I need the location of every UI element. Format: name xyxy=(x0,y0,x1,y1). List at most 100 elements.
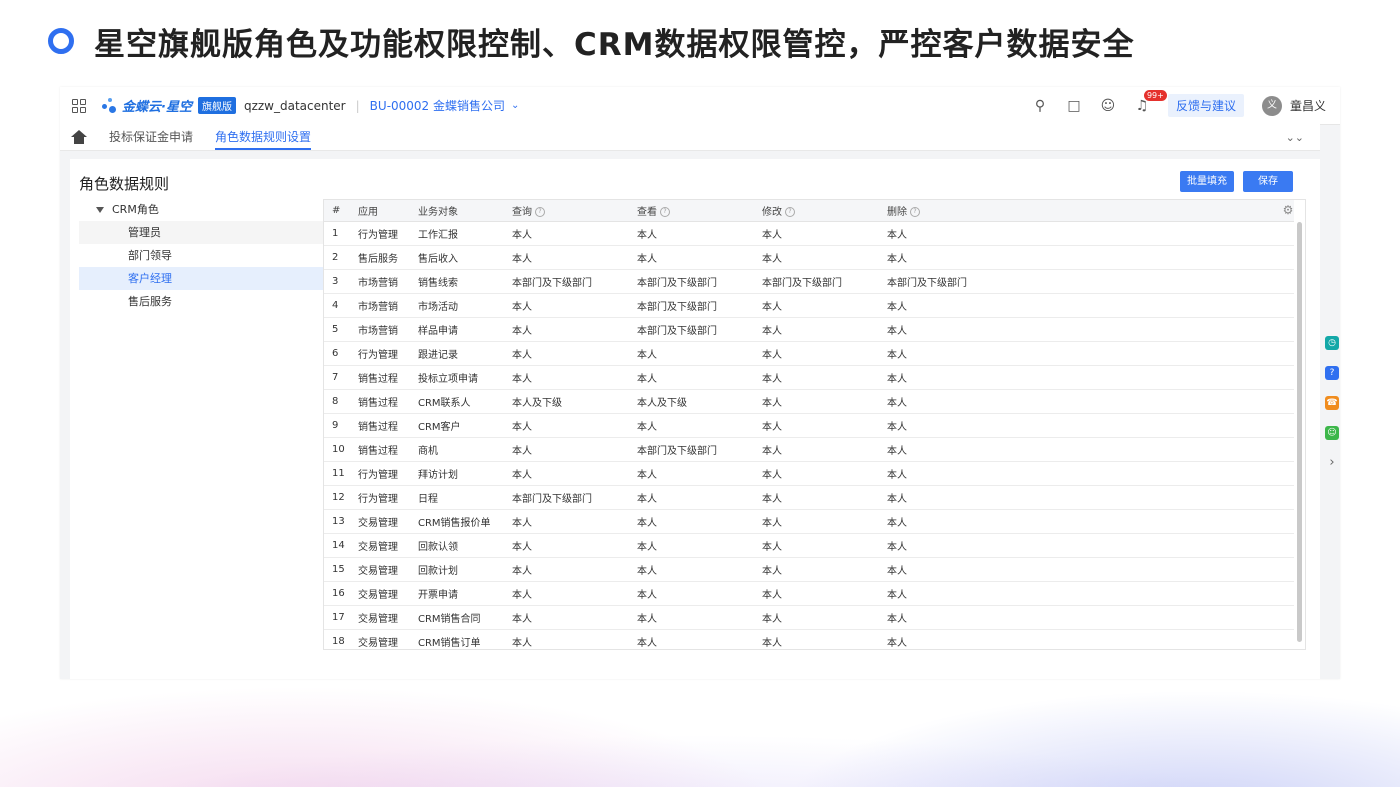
cell-query[interactable]: 本人 xyxy=(512,293,637,318)
caret-down-icon[interactable] xyxy=(96,207,104,213)
cell-delete[interactable]: 本人 xyxy=(887,557,1294,582)
cell-view[interactable]: 本人 xyxy=(637,533,762,558)
cell-query[interactable]: 本部门及下级部门 xyxy=(512,485,637,510)
table-row[interactable]: 13 交易管理 CRM销售报价单 本人 本人 本人 本人 xyxy=(324,509,1294,534)
cell-view[interactable]: 本部门及下级部门 xyxy=(637,317,762,342)
table-row[interactable]: 7 销售过程 投标立项申请 本人 本人 本人 本人 xyxy=(324,365,1294,390)
tree-item-account-manager[interactable]: 客户经理 xyxy=(79,267,323,290)
cell-delete[interactable]: 本人 xyxy=(887,245,1294,270)
table-row[interactable]: 9 销售过程 CRM客户 本人 本人 本人 本人 xyxy=(324,413,1294,438)
cell-view[interactable]: 本人 xyxy=(637,413,762,438)
table-row[interactable]: 3 市场营销 销售线索 本部门及下级部门 本部门及下级部门 本部门及下级部门 本部门及下级部… xyxy=(324,269,1294,294)
cell-modify[interactable]: 本人 xyxy=(762,413,887,438)
table-row[interactable]: 17 交易管理 CRM销售合同 本人 本人 本人 本人 xyxy=(324,605,1294,630)
cell-query[interactable]: 本部门及下级部门 xyxy=(512,269,637,294)
cell-query[interactable]: 本人 xyxy=(512,317,637,342)
cell-view[interactable]: 本人 xyxy=(637,557,762,582)
cell-view[interactable]: 本人 xyxy=(637,509,762,534)
bell-icon[interactable]: ♫ 99+ xyxy=(1134,89,1167,114)
table-row[interactable]: 2 售后服务 售后收入 本人 本人 本人 本人 xyxy=(324,245,1294,270)
cell-query[interactable]: 本人 xyxy=(512,413,637,438)
table-row[interactable]: 8 销售过程 CRM联系人 本人及下级 本人及下级 本人 本人 xyxy=(324,389,1294,414)
help-icon[interactable]: ? xyxy=(785,207,795,217)
cell-query[interactable]: 本人 xyxy=(512,605,637,630)
cell-modify[interactable]: 本人 xyxy=(762,461,887,486)
cell-delete[interactable]: 本部门及下级部门 xyxy=(887,269,1294,294)
cell-modify[interactable]: 本人 xyxy=(762,389,887,414)
table-scrollbar[interactable] xyxy=(1297,222,1302,642)
cell-view[interactable]: 本部门及下级部门 xyxy=(637,437,762,462)
cell-delete[interactable]: 本人 xyxy=(887,365,1294,390)
avatar[interactable]: 义 xyxy=(1261,95,1282,116)
cell-view[interactable]: 本人及下级 xyxy=(637,389,762,414)
cell-view[interactable]: 本人 xyxy=(637,581,762,606)
cell-view[interactable]: 本人 xyxy=(637,365,762,390)
cell-modify[interactable]: 本人 xyxy=(762,533,887,558)
cell-view[interactable]: 本人 xyxy=(637,245,762,270)
tab-bid-deposit[interactable]: 投标保证金申请 xyxy=(109,124,193,150)
chat-icon[interactable]: □ xyxy=(1066,98,1082,114)
cell-delete[interactable]: 本人 xyxy=(887,221,1294,246)
cell-modify[interactable]: 本人 xyxy=(762,317,887,342)
cell-view[interactable]: 本人 xyxy=(637,461,762,486)
cell-query[interactable]: 本人 xyxy=(512,509,637,534)
cell-modify[interactable]: 本部门及下级部门 xyxy=(762,269,887,294)
smile-icon[interactable]: ☺ xyxy=(1325,426,1339,440)
table-row[interactable]: 1 行为管理 工作汇报 本人 本人 本人 本人 xyxy=(324,221,1294,246)
table-row[interactable]: 4 市场营销 市场活动 本人 本部门及下级部门 本人 本人 xyxy=(324,293,1294,318)
tree-item-admin[interactable]: 管理员 xyxy=(79,221,323,244)
gear-icon[interactable]: ⚙ xyxy=(1281,203,1295,217)
search-icon[interactable]: ⚲ xyxy=(1032,98,1048,114)
cell-modify[interactable]: 本人 xyxy=(762,245,887,270)
cell-query[interactable]: 本人 xyxy=(512,245,637,270)
username[interactable]: 童昌义 xyxy=(1290,97,1326,114)
save-button[interactable]: 保存 xyxy=(1243,171,1293,192)
cell-delete[interactable]: 本人 xyxy=(887,389,1294,414)
cell-delete[interactable]: 本人 xyxy=(887,629,1294,649)
help-icon[interactable]: ? xyxy=(535,207,545,217)
clock-icon[interactable]: ◷ xyxy=(1325,336,1339,350)
table-row[interactable]: 10 销售过程 商机 本人 本部门及下级部门 本人 本人 xyxy=(324,437,1294,462)
tree-item-after-sales[interactable]: 售后服务 xyxy=(79,290,323,313)
cell-modify[interactable]: 本人 xyxy=(762,629,887,649)
cell-modify[interactable]: 本人 xyxy=(762,437,887,462)
double-chevron-down-icon[interactable]: ⌄⌄ xyxy=(1286,131,1304,144)
robot-icon[interactable]: ☺ xyxy=(1100,98,1116,114)
app-menu-grid-icon[interactable] xyxy=(72,98,86,113)
tree-item-dept-leader[interactable]: 部门领导 xyxy=(79,244,323,267)
cell-view[interactable]: 本部门及下级部门 xyxy=(637,269,762,294)
cell-modify[interactable]: 本人 xyxy=(762,557,887,582)
cell-delete[interactable]: 本人 xyxy=(887,485,1294,510)
cell-delete[interactable]: 本人 xyxy=(887,533,1294,558)
cell-delete[interactable]: 本人 xyxy=(887,413,1294,438)
cell-modify[interactable]: 本人 xyxy=(762,293,887,318)
home-icon[interactable] xyxy=(71,130,87,144)
cell-modify[interactable]: 本人 xyxy=(762,341,887,366)
cell-query[interactable]: 本人 xyxy=(512,557,637,582)
cell-query[interactable]: 本人 xyxy=(512,629,637,649)
cell-modify[interactable]: 本人 xyxy=(762,605,887,630)
brand-logo[interactable]: 金蝶云·星空 旗舰版 xyxy=(102,96,236,115)
cell-delete[interactable]: 本人 xyxy=(887,605,1294,630)
cell-modify[interactable]: 本人 xyxy=(762,509,887,534)
cell-delete[interactable]: 本人 xyxy=(887,581,1294,606)
chevron-right-icon[interactable]: › xyxy=(1325,456,1339,470)
table-row[interactable]: 16 交易管理 开票申请 本人 本人 本人 本人 xyxy=(324,581,1294,606)
cell-view[interactable]: 本人 xyxy=(637,341,762,366)
table-row[interactable]: 11 行为管理 拜访计划 本人 本人 本人 本人 xyxy=(324,461,1294,486)
tree-root-crm-roles[interactable]: CRM角色 xyxy=(79,199,323,221)
cell-delete[interactable]: 本人 xyxy=(887,293,1294,318)
tab-role-data-rules[interactable]: 角色数据规则设置 xyxy=(215,124,312,150)
headset-icon[interactable]: ☎ xyxy=(1325,396,1339,410)
cell-delete[interactable]: 本人 xyxy=(887,437,1294,462)
cell-view[interactable]: 本人 xyxy=(637,221,762,246)
table-row[interactable]: 6 行为管理 跟进记录 本人 本人 本人 本人 xyxy=(324,341,1294,366)
cell-view[interactable]: 本人 xyxy=(637,629,762,649)
cell-modify[interactable]: 本人 xyxy=(762,485,887,510)
question-icon[interactable]: ? xyxy=(1325,366,1339,380)
cell-view[interactable]: 本人 xyxy=(637,485,762,510)
table-row[interactable]: 18 交易管理 CRM销售订单 本人 本人 本人 本人 xyxy=(324,629,1294,649)
cell-delete[interactable]: 本人 xyxy=(887,341,1294,366)
cell-query[interactable]: 本人 xyxy=(512,365,637,390)
cell-modify[interactable]: 本人 xyxy=(762,365,887,390)
